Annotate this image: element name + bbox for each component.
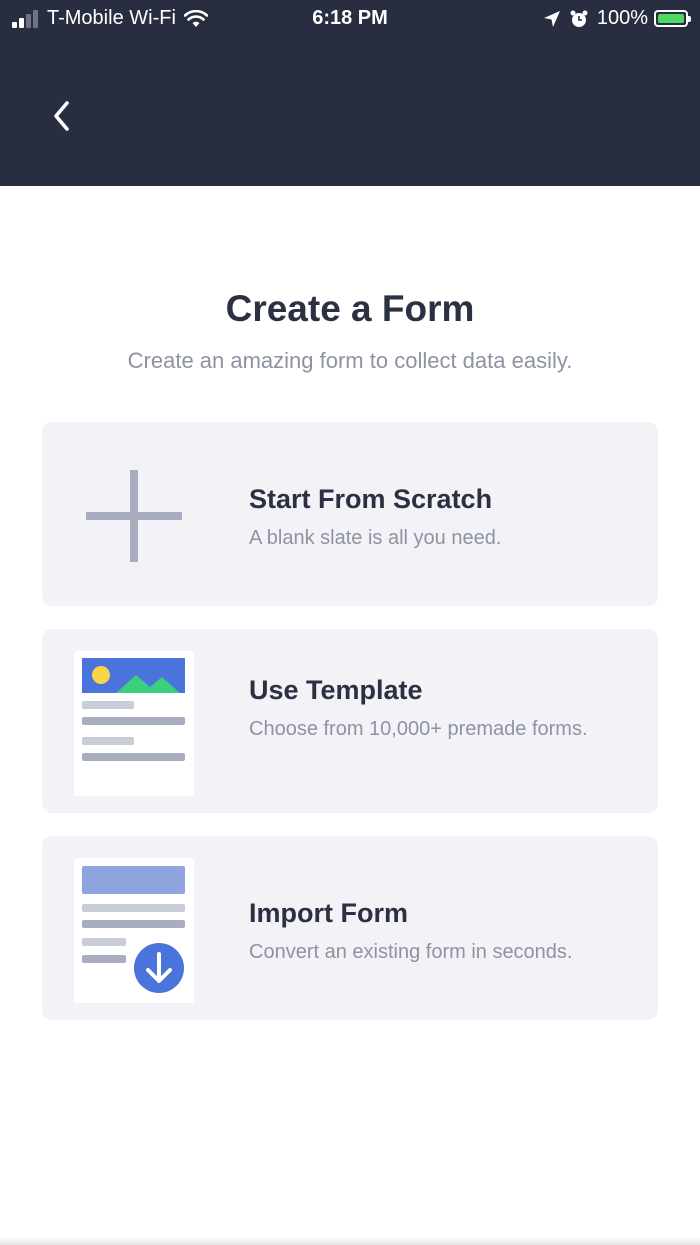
template-icon — [74, 651, 194, 796]
chevron-left-icon — [54, 101, 69, 131]
status-right: 100% — [543, 7, 691, 30]
page-title: Create a Form — [225, 288, 475, 329]
app-header: T-Mobile Wi-Fi 6:18 PM 100% — [0, 0, 700, 186]
card-text: Import Form Convert an existing form in … — [249, 898, 639, 967]
plus-icon — [86, 470, 182, 562]
card-title: Import Form — [249, 898, 408, 928]
card-description: A blank slate is all you need. — [249, 527, 502, 549]
back-button[interactable] — [44, 96, 80, 136]
card-description: Choose from 10,000+ premade forms. — [249, 718, 588, 740]
page-subtitle: Create an amazing form to collect data e… — [127, 348, 573, 373]
status-bar: T-Mobile Wi-Fi 6:18 PM 100% — [0, 0, 700, 38]
alarm-icon — [570, 10, 588, 27]
card-title: Use Template — [249, 675, 423, 705]
location-icon — [543, 10, 560, 27]
battery-charging-icon — [654, 10, 691, 27]
bottom-edge — [0, 1237, 700, 1245]
card-title: Start From Scratch — [249, 484, 493, 514]
battery-percent: 100% — [596, 7, 648, 29]
card-text: Use Template Choose from 10,000+ premade… — [249, 675, 639, 744]
use-template-card[interactable]: Use Template Choose from 10,000+ premade… — [42, 629, 658, 813]
import-form-card[interactable]: Import Form Convert an existing form in … — [42, 836, 658, 1020]
start-from-scratch-card[interactable]: Start From Scratch A blank slate is all … — [42, 422, 658, 606]
import-form-icon — [74, 858, 194, 1003]
card-text: Start From Scratch A blank slate is all … — [249, 484, 639, 553]
card-description: Convert an existing form in seconds. — [249, 941, 573, 963]
